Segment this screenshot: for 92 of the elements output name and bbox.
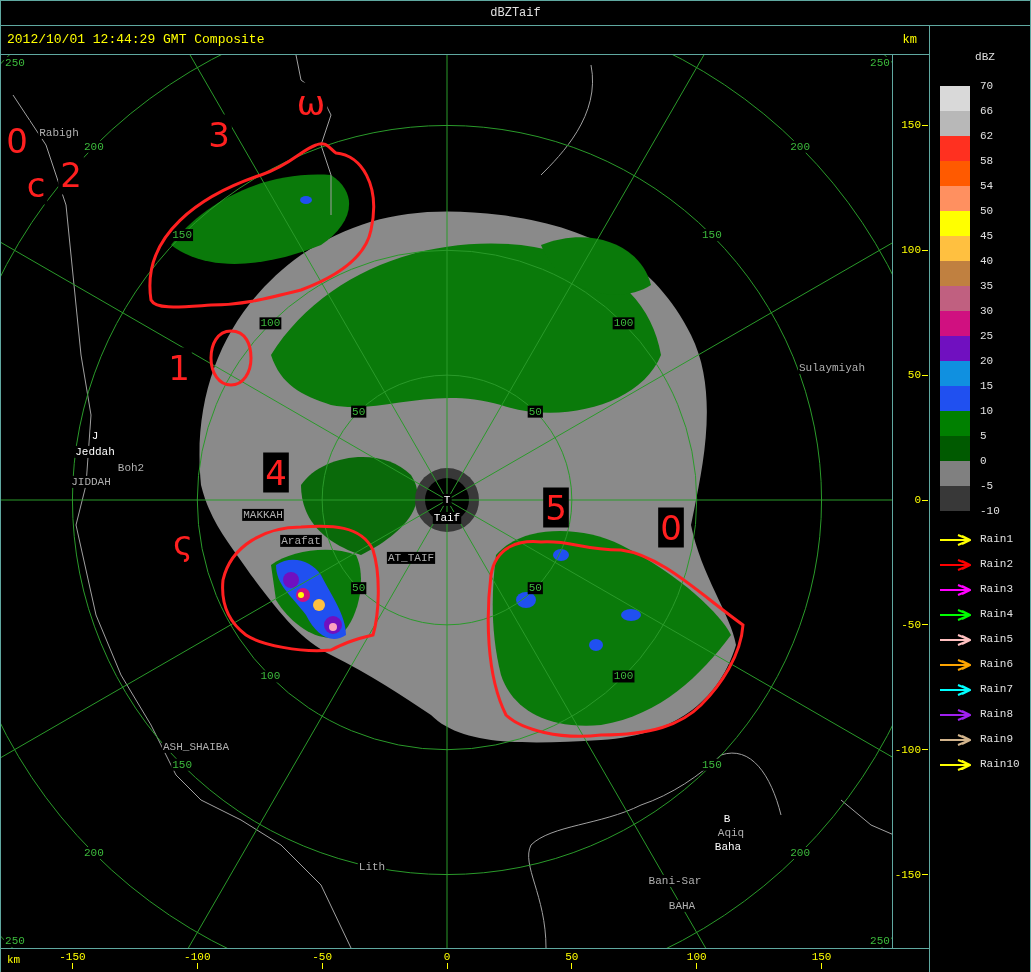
scale-label: 40 bbox=[980, 254, 994, 269]
scale-label: 25 bbox=[980, 329, 994, 344]
axis-tick-label: 50 bbox=[565, 951, 579, 963]
scale-label: 15 bbox=[980, 379, 994, 394]
place-label: Lith bbox=[357, 860, 387, 873]
place-label: B bbox=[722, 812, 732, 825]
scale-label: 54 bbox=[980, 179, 994, 194]
handwritten-note: 2 bbox=[58, 154, 84, 195]
track-label: Rain2 bbox=[980, 557, 1013, 573]
place-label: Rabigh bbox=[38, 126, 80, 139]
place-label: J bbox=[90, 429, 100, 442]
strong-echo-cell bbox=[300, 196, 312, 204]
strong-echo-cell bbox=[621, 609, 641, 621]
range-label: 150 bbox=[171, 758, 194, 771]
scale-label: 66 bbox=[980, 104, 994, 119]
scale-label: 50 bbox=[980, 204, 994, 219]
place-label: Boh2 bbox=[116, 461, 146, 474]
scale-label: 30 bbox=[980, 304, 994, 319]
handwritten-note: 0 bbox=[4, 120, 30, 161]
scale-label: 70 bbox=[980, 79, 994, 94]
range-label: 100 bbox=[612, 317, 635, 330]
storm-outline bbox=[209, 329, 253, 387]
unit-label: km bbox=[7, 953, 21, 968]
handwritten-note: ς bbox=[171, 522, 195, 563]
strong-echo-cell bbox=[283, 572, 299, 588]
range-label: 150 bbox=[700, 229, 723, 242]
scale-label: 45 bbox=[980, 229, 994, 244]
range-label: 200 bbox=[789, 140, 812, 153]
track-label: Rain10 bbox=[980, 757, 1020, 773]
range-label: 100 bbox=[612, 670, 635, 683]
axis-tick-label: -100 bbox=[893, 742, 922, 757]
range-label: 200 bbox=[82, 847, 105, 860]
place-label: Bani-Sar bbox=[647, 874, 703, 887]
axis-tick-label: 0 bbox=[443, 951, 451, 963]
handwritten-note: 4 bbox=[263, 452, 289, 493]
range-label: 250 bbox=[4, 934, 26, 947]
scale-label: -10 bbox=[980, 504, 1000, 518]
range-label: 200 bbox=[789, 847, 812, 860]
scale-label: 0 bbox=[980, 454, 987, 469]
timestamp-text: 2012/10/01 12:44:29 GMT Composite bbox=[7, 31, 265, 50]
range-label: 150 bbox=[700, 758, 723, 771]
range-label: 250 bbox=[869, 56, 891, 69]
track-label: Rain1 bbox=[980, 532, 1013, 548]
axis-tick-label: 150 bbox=[900, 118, 922, 133]
scale-label: 10 bbox=[980, 404, 994, 419]
track-label: Rain8 bbox=[980, 707, 1013, 723]
place-label: ASH_SHAIBA bbox=[162, 740, 231, 753]
range-label: 200 bbox=[82, 140, 105, 153]
axis-tick-label: -100 bbox=[184, 951, 211, 963]
legend-title: dBZ bbox=[975, 50, 995, 64]
track-label: Rain7 bbox=[980, 682, 1013, 698]
axis-tick-label: -150 bbox=[893, 867, 922, 882]
handwritten-note: 5 bbox=[543, 487, 569, 528]
place-label: JIDDAH bbox=[70, 475, 112, 488]
handwritten-note: 0 bbox=[658, 507, 684, 548]
strong-echo-cell bbox=[553, 549, 569, 561]
track-label: Rain4 bbox=[980, 607, 1013, 623]
range-label: 50 bbox=[351, 582, 367, 595]
place-label: BAHA bbox=[667, 899, 697, 912]
scale-label: 20 bbox=[980, 354, 994, 369]
axis-tick-label: 50 bbox=[906, 368, 922, 383]
place-label: Aqiq bbox=[716, 826, 746, 839]
axis-tick-label: -50 bbox=[900, 617, 922, 632]
range-label: 250 bbox=[4, 56, 26, 69]
track-label: Rain6 bbox=[980, 657, 1013, 673]
scale-label: 5 bbox=[980, 429, 987, 444]
strong-echo-cell bbox=[313, 599, 325, 611]
axis-tick-label: -50 bbox=[312, 951, 333, 963]
range-label: 100 bbox=[259, 317, 282, 330]
range-label: 100 bbox=[259, 670, 282, 683]
place-label: Sulaymiyah bbox=[798, 361, 866, 374]
axis-tick-label: 0 bbox=[913, 493, 922, 507]
window-title: dBZTaif bbox=[490, 5, 541, 22]
track-label: Rain9 bbox=[980, 732, 1013, 748]
axis-tick-label: 150 bbox=[811, 951, 832, 963]
axis-tick-label: -150 bbox=[59, 951, 86, 963]
range-label: 150 bbox=[171, 229, 194, 242]
scale-label: 62 bbox=[980, 129, 994, 144]
track-label: Rain3 bbox=[980, 582, 1013, 598]
unit-label: km bbox=[902, 32, 917, 49]
range-label: 250 bbox=[869, 934, 891, 947]
axis-tick-label: 100 bbox=[686, 951, 707, 963]
axis-tick-label: 100 bbox=[900, 243, 922, 258]
strong-echo-cell bbox=[589, 639, 603, 651]
scale-label: -5 bbox=[980, 479, 994, 494]
scale-label: 35 bbox=[980, 279, 994, 294]
strong-echo-cell bbox=[516, 592, 536, 608]
track-label: Rain5 bbox=[980, 632, 1013, 648]
place-label: Baha bbox=[713, 840, 743, 853]
scale-label: 58 bbox=[980, 154, 994, 169]
place-label: Jeddah bbox=[74, 445, 116, 458]
place-label: T bbox=[442, 493, 452, 506]
